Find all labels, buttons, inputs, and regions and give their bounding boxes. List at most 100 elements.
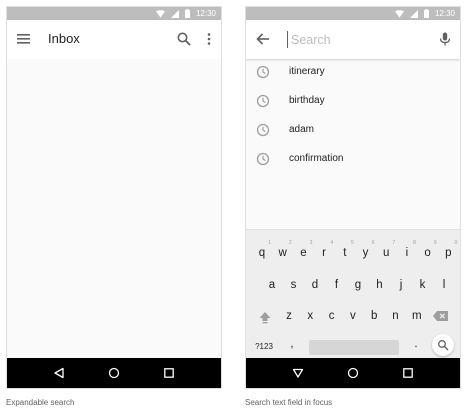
key-k[interactable]: k: [413, 274, 433, 296]
key-t[interactable]: t5: [335, 240, 355, 264]
key-hint: 5: [351, 240, 354, 246]
key-x[interactable]: x: [300, 305, 320, 327]
key-label: q: [258, 247, 266, 259]
history-icon: [256, 123, 270, 137]
search-icon: [438, 340, 449, 351]
phone-screen-inbox: 12:30 Inbox: [6, 6, 222, 389]
battery-icon: [423, 9, 429, 18]
key-f[interactable]: f: [327, 274, 347, 296]
suggestion-label: birthday: [289, 95, 325, 106]
key-d[interactable]: d: [305, 274, 325, 296]
suggestion-item[interactable]: confirmation: [246, 146, 460, 175]
wifi-icon: [394, 9, 404, 18]
key-m[interactable]: m: [407, 305, 427, 327]
key-o[interactable]: o9: [418, 240, 438, 264]
inbox-toolbar: Inbox: [7, 20, 221, 59]
key-n[interactable]: n: [386, 305, 406, 327]
key-label: j: [399, 279, 403, 291]
key-hint: 4: [330, 240, 334, 246]
key-label: m: [412, 310, 422, 322]
key-i[interactable]: i8: [397, 240, 417, 264]
search-icon[interactable]: [176, 31, 192, 47]
key-e[interactable]: e3: [293, 240, 313, 264]
backspace-icon[interactable]: [432, 309, 450, 323]
inbox-content: [7, 59, 221, 358]
key-v[interactable]: v: [343, 305, 363, 327]
key-label: r: [322, 247, 327, 259]
key-l[interactable]: l: [434, 274, 454, 296]
suggestion-item[interactable]: adam: [246, 117, 460, 146]
key-label: y: [362, 247, 369, 259]
history-icon: [256, 152, 270, 166]
shift-icon[interactable]: [257, 309, 273, 325]
key-space[interactable]: [309, 340, 399, 355]
key-s[interactable]: s: [284, 274, 304, 296]
key-hint: 9: [433, 240, 437, 246]
nav-recents-icon[interactable]: [402, 367, 414, 379]
key-hint: 3: [309, 240, 313, 246]
suggestion-item[interactable]: birthday: [246, 88, 460, 117]
suggestion-item[interactable]: itinerary: [246, 59, 460, 88]
phone-screen-search: 12:30 itinerary birthday adam c o n f i r m a t: [245, 6, 461, 389]
key-comma[interactable]: ,: [282, 333, 302, 355]
page-title: Inbox: [48, 31, 80, 46]
key-g[interactable]: g: [348, 274, 368, 296]
signal-icon: [409, 9, 418, 18]
key-y[interactable]: y6: [356, 240, 376, 264]
nav-down-icon[interactable]: [292, 367, 304, 379]
key-label: g: [354, 279, 362, 291]
key-hint: 7: [392, 240, 396, 246]
key-r[interactable]: r4: [314, 240, 334, 264]
key-u[interactable]: u7: [376, 240, 396, 264]
search-input[interactable]: [287, 31, 431, 48]
suggestion-label: confirmation: [289, 153, 344, 164]
nav-home-icon[interactable]: [347, 367, 359, 379]
key-label: f: [334, 279, 339, 291]
key-symbols[interactable]: ?123: [253, 336, 275, 358]
more-vert-icon[interactable]: [201, 31, 217, 47]
key-hint: 0: [454, 240, 458, 246]
key-label: d: [311, 279, 319, 291]
key-label: o: [424, 247, 431, 259]
key-p[interactable]: p0: [438, 240, 458, 264]
nav-back-icon[interactable]: [53, 367, 65, 379]
key-hint: 2: [288, 240, 292, 246]
menu-icon[interactable]: [16, 31, 32, 47]
nav-recents-icon[interactable]: [163, 367, 175, 379]
key-label: s: [290, 279, 297, 291]
key-label: u: [382, 247, 390, 259]
battery-icon: [184, 9, 190, 18]
suggestion-label: adam: [289, 124, 315, 135]
mic-icon[interactable]: [437, 31, 453, 47]
key-label: h: [376, 279, 383, 291]
caption-search-focus: Search text field in focus: [245, 398, 333, 407]
key-period[interactable]: .: [406, 333, 426, 355]
key-label: l: [442, 279, 446, 291]
key-h[interactable]: h: [370, 274, 390, 296]
key-z[interactable]: z: [279, 305, 299, 327]
key-b[interactable]: b: [364, 305, 384, 327]
signal-icon: [170, 9, 179, 18]
key-label: v: [350, 310, 356, 322]
status-time: 12:30: [195, 9, 216, 18]
keyboard-search-button[interactable]: [432, 334, 454, 356]
key-a[interactable]: a: [262, 274, 282, 296]
key-label: e: [300, 247, 307, 259]
nav-home-icon[interactable]: [108, 367, 120, 379]
key-label: n: [392, 310, 399, 322]
key-c[interactable]: c: [322, 305, 342, 327]
caption-expandable-search: Expandable search: [6, 398, 75, 407]
key-label: x: [307, 310, 314, 322]
key-q[interactable]: q1: [252, 240, 272, 264]
key-w[interactable]: w2: [273, 240, 293, 264]
arrow-back-icon[interactable]: [255, 31, 271, 47]
history-icon: [256, 65, 270, 79]
search-toolbar: [246, 20, 460, 59]
status-bar: 12:30: [7, 7, 221, 20]
navigation-bar: [246, 358, 460, 388]
search-suggestions: itinerary birthday adam confirmation: [246, 59, 460, 175]
wifi-icon: [155, 9, 165, 18]
history-icon: [256, 94, 270, 108]
key-label: i: [405, 247, 409, 259]
key-j[interactable]: j: [391, 274, 411, 296]
